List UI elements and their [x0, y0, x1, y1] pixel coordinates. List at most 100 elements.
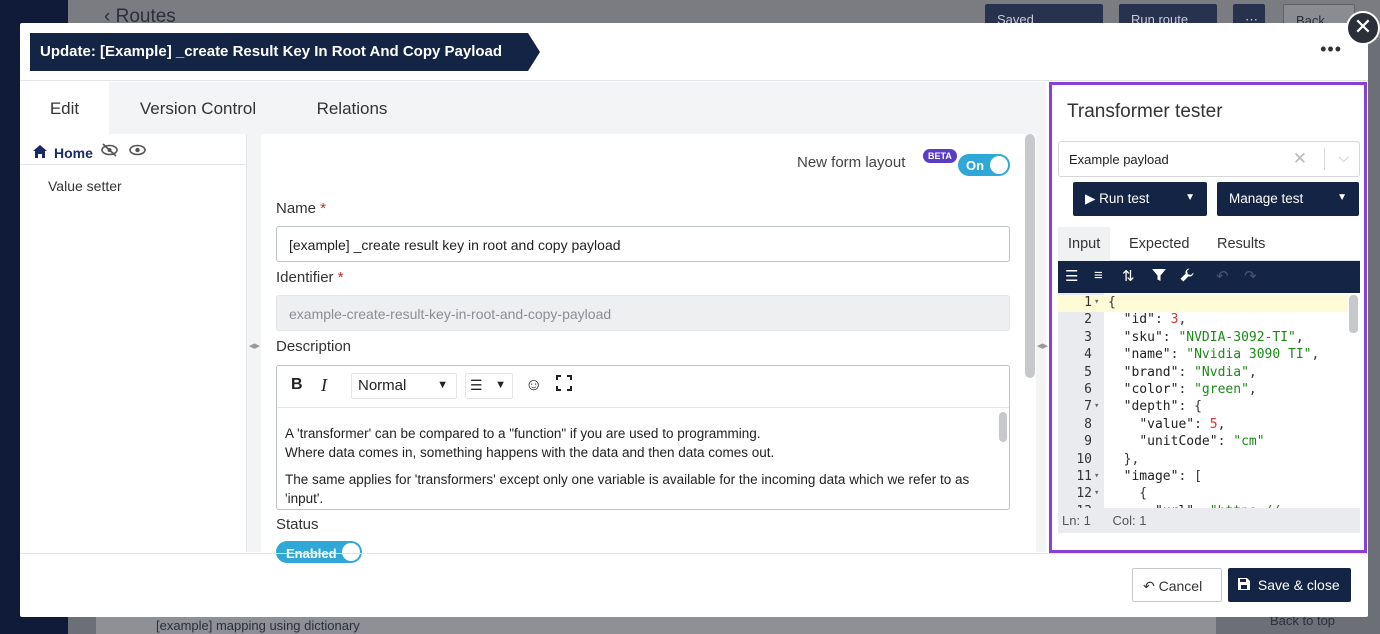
resize-handle-left-icon[interactable]: ◂▸: [249, 339, 260, 352]
sort-icon[interactable]: ⇅: [1122, 267, 1135, 285]
clear-icon[interactable]: ✕: [1293, 149, 1307, 169]
left-sidebar: Home Value setter: [20, 134, 247, 552]
payload-select[interactable]: Example payload ✕ ⌵: [1058, 141, 1360, 177]
fold-toggle-icon[interactable]: ▾: [1094, 401, 1099, 411]
description-paragraph: The same applies for 'transformers' exce…: [285, 472, 970, 506]
cancel-button[interactable]: ↶ Cancel: [1132, 568, 1222, 602]
tester-tab-input[interactable]: Input: [1058, 227, 1111, 261]
description-label: Description: [276, 338, 352, 355]
code-line: 2 "id": 3,: [1058, 312, 1348, 329]
eye-off-icon[interactable]: [101, 143, 118, 160]
tester-tab-results[interactable]: Results: [1207, 227, 1275, 261]
status-label: Status: [276, 516, 319, 533]
form-scrollbar[interactable]: [1025, 134, 1035, 378]
json-editor-statusbar: Ln: 1 Col: 1: [1058, 508, 1360, 533]
more-options-icon[interactable]: •••: [1320, 39, 1342, 60]
code-text: "sku": "NVDIA-3092-TI",: [1123, 329, 1304, 345]
cancel-label: Cancel: [1158, 578, 1203, 594]
repair-wrench-icon[interactable]: [1179, 267, 1195, 287]
select-separator: [1324, 148, 1325, 170]
modal-tabs: Edit Version Control Relations: [20, 82, 1038, 134]
identifier-label: Identifier *: [276, 269, 344, 286]
text-format-value: Normal: [358, 377, 407, 394]
json-code-editor[interactable]: 1 ▾{2 "id": 3, 3 "sku": "NVDIA-3092-TI", 4 …: [1058, 293, 1360, 508]
undo-icon[interactable]: ↶: [1216, 267, 1229, 285]
cursor-line: Ln: 1: [1062, 513, 1091, 528]
caret-down-icon[interactable]: ▼: [1185, 192, 1195, 203]
json-editor-toolbar: ☰ ≡ ⇅ ↶ ↷: [1058, 261, 1360, 293]
tab-edit[interactable]: Edit: [20, 82, 109, 134]
name-input[interactable]: [example] _create result key in root and…: [276, 226, 1010, 262]
description-editor[interactable]: B I Normal ▼ ☰ ▼ ☺ A 'transformer' can b…: [276, 365, 1010, 510]
sidebar-home-link[interactable]: Home: [32, 144, 93, 162]
code-text: "unitCode": "cm": [1139, 434, 1265, 450]
fold-toggle-icon[interactable]: ▾: [1094, 488, 1099, 498]
payload-select-value: Example payload: [1069, 152, 1169, 167]
play-icon: ▶: [1085, 191, 1096, 206]
fullscreen-icon[interactable]: [556, 375, 572, 396]
emoji-icon[interactable]: ☺: [525, 375, 542, 395]
code-scrollbar[interactable]: [1349, 295, 1358, 333]
format-json-icon[interactable]: ☰: [1065, 267, 1078, 285]
description-line: Where data comes in, something happens w…: [285, 445, 775, 460]
toggle-knob: [990, 156, 1008, 174]
code-text: "brand": "Nvdia",: [1123, 364, 1257, 380]
code-line: 9 "unitCode": "cm": [1058, 434, 1348, 451]
caret-down-icon[interactable]: ▼: [1337, 192, 1347, 203]
eye-icon[interactable]: [129, 143, 146, 160]
run-test-button[interactable]: ▶ Run test ▼: [1073, 182, 1207, 216]
modal-header: Update: [Example] _create Result Key In …: [20, 23, 1368, 81]
panel-gutter: [1036, 82, 1046, 552]
update-transformer-modal: Update: [Example] _create Result Key In …: [20, 23, 1368, 617]
editor-toolbar: B I Normal ▼ ☰ ▼ ☺: [277, 366, 1009, 408]
fold-toggle-icon[interactable]: ▾: [1094, 297, 1099, 307]
code-text: {: [1108, 295, 1116, 310]
line-number: 1: [1084, 295, 1092, 310]
list-format-select[interactable]: ☰ ▼: [465, 373, 513, 399]
cursor-column: Col: 1: [1112, 513, 1147, 528]
line-number: 9: [1084, 434, 1092, 450]
line-number: 5: [1084, 364, 1092, 380]
sidebar-item-value-setter[interactable]: Value setter: [48, 178, 122, 194]
new-form-layout-toggle[interactable]: On: [958, 154, 1010, 176]
run-test-label: Run test: [1099, 191, 1150, 206]
tab-version-control[interactable]: Version Control: [128, 82, 268, 134]
undo-arrow-icon: ↶: [1143, 578, 1155, 594]
code-text: },: [1108, 451, 1140, 467]
code-line: 7 ▾ "depth": {: [1058, 399, 1348, 416]
code-text: "name": "Nvidia 3090 TI",: [1123, 347, 1320, 363]
bold-icon[interactable]: B: [291, 376, 303, 394]
tester-tabs: Input Expected Results: [1058, 227, 1360, 261]
code-text: "id": 3,: [1123, 312, 1187, 328]
editor-scrollbar[interactable]: [999, 412, 1007, 442]
resize-handle-right-icon[interactable]: ◂▸: [1037, 339, 1048, 352]
redo-icon[interactable]: ↷: [1244, 267, 1257, 285]
save-and-close-button[interactable]: Save & close: [1228, 568, 1351, 602]
code-line: 5 "brand": "Nvdia",: [1058, 365, 1348, 382]
name-label: Name *: [276, 200, 327, 217]
transformer-tester-panel: Transformer tester Example payload ✕ ⌵ ▶…: [1049, 82, 1367, 553]
description-text: A 'transformer' can be compared to a "fu…: [285, 424, 995, 508]
italic-icon[interactable]: I: [321, 375, 327, 396]
beta-badge: BETA: [923, 149, 957, 163]
identifier-input: example-create-result-key-in-root-and-co…: [276, 295, 1010, 331]
background-bottom-row-text: [example] mapping using dictionary: [156, 618, 360, 633]
tab-relations[interactable]: Relations: [306, 82, 398, 134]
tester-tab-expected[interactable]: Expected: [1119, 227, 1199, 261]
compact-json-icon[interactable]: ≡: [1094, 267, 1103, 284]
line-number: 4: [1084, 347, 1092, 363]
code-line: 10 },: [1058, 452, 1348, 469]
code-line: 6 "color": "green",: [1058, 382, 1348, 399]
close-modal-icon[interactable]: ✕: [1346, 11, 1380, 45]
text-format-select[interactable]: Normal ▼: [351, 373, 457, 399]
chevron-down-icon[interactable]: ⌵: [1338, 149, 1349, 166]
new-form-layout-label: New form layout: [797, 154, 906, 171]
modal-footer: ↶ Cancel Save & close: [20, 553, 1368, 617]
filter-icon[interactable]: [1151, 267, 1167, 287]
manage-test-button[interactable]: Manage test ▼: [1217, 182, 1359, 216]
code-line: 4 "name": "Nvidia 3090 TI",: [1058, 347, 1348, 364]
fold-toggle-icon[interactable]: ▾: [1094, 471, 1099, 481]
code-line: 1 ▾ {: [1058, 295, 1348, 313]
sidebar-home-label: Home: [54, 145, 93, 161]
code-text: {: [1108, 486, 1148, 502]
